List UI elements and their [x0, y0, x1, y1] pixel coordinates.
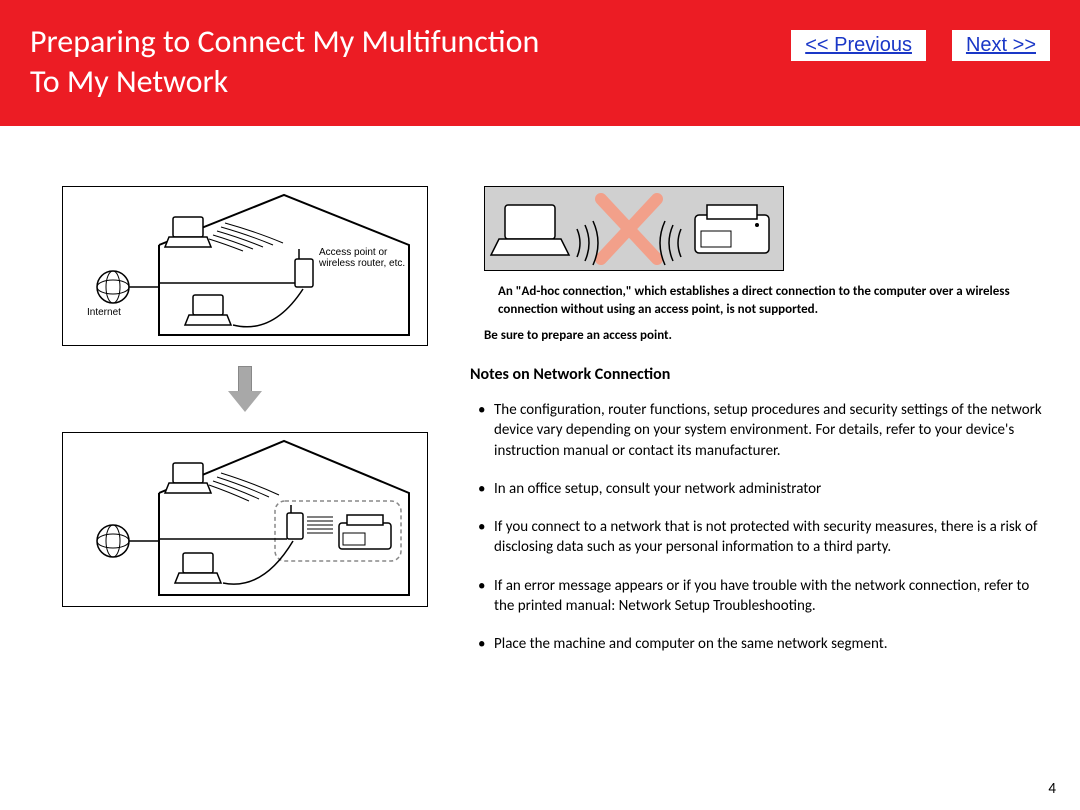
note-item: Place the machine and computer on the sa…	[474, 634, 1050, 654]
title-line-2: To My Network	[30, 62, 228, 101]
note-item: The configuration, router functions, set…	[474, 400, 1050, 461]
header-banner: Preparing to Connect My Multifunction To…	[0, 0, 1080, 126]
access-point-label: Access point or wireless router, etc.	[319, 247, 405, 269]
right-column: An "Ad-hoc connection," which establishe…	[460, 186, 1050, 672]
note-item: If you connect to a network that is not …	[474, 517, 1050, 558]
prepare-access-point-text: Be sure to prepare an access point.	[470, 328, 1050, 343]
arrow-down-icon	[228, 366, 262, 412]
adhoc-svg	[485, 187, 785, 272]
internet-label: Internet	[87, 307, 121, 318]
page-number: 4	[1048, 780, 1056, 798]
page-title: Preparing to Connect My Multifunction To…	[30, 22, 539, 102]
diagram-before: Internet Access point or wireless router…	[62, 186, 428, 346]
diagram-after	[62, 432, 428, 607]
left-column: Internet Access point or wireless router…	[30, 186, 460, 672]
content-area: Internet Access point or wireless router…	[0, 126, 1080, 692]
adhoc-diagram	[484, 186, 784, 271]
adhoc-warning-text: An "Ad-hoc connection," which establishe…	[470, 283, 1050, 318]
diagram-after-svg	[63, 433, 429, 608]
note-item: In an office setup, consult your network…	[474, 479, 1050, 499]
notes-list: The configuration, router functions, set…	[470, 400, 1050, 654]
title-line-1: Preparing to Connect My Multifunction	[30, 22, 539, 61]
notes-heading: Notes on Network Connection	[470, 365, 1050, 384]
note-item: If an error message appears or if you ha…	[474, 576, 1050, 617]
previous-button[interactable]: << Previous	[791, 30, 926, 61]
next-button[interactable]: Next >>	[952, 30, 1050, 61]
nav-buttons: << Previous Next >>	[791, 30, 1050, 61]
